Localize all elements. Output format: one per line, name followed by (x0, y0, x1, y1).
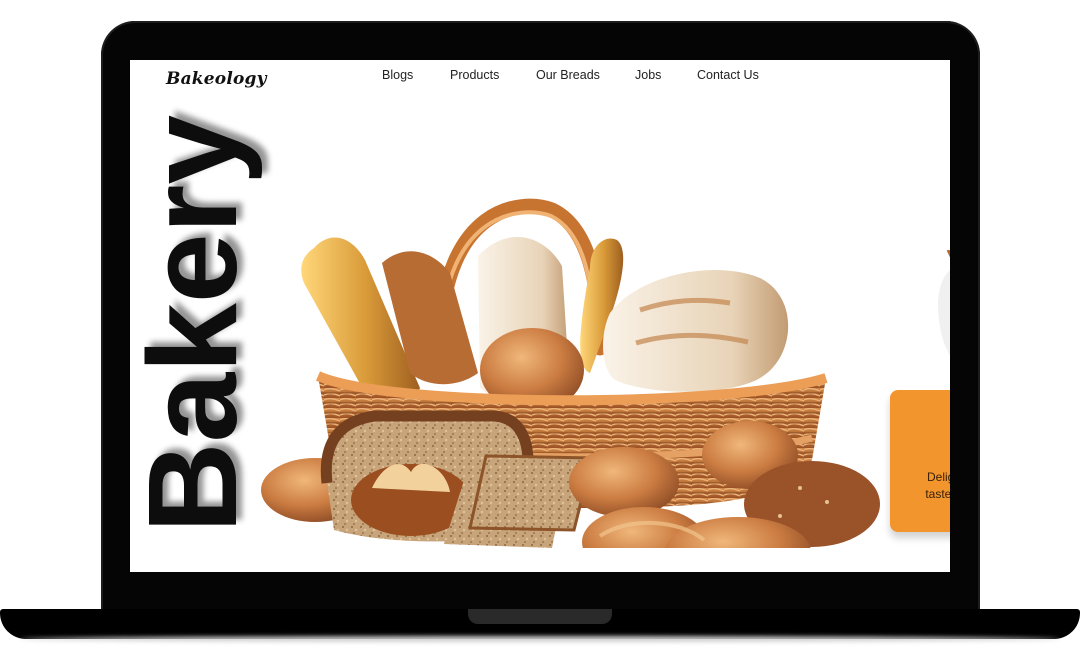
orange-info-card[interactable]: Deligh taste & (890, 390, 950, 532)
laptop-notch (468, 609, 612, 624)
partial-bread-image (938, 250, 950, 356)
hero-title-text: Bakery (130, 115, 263, 533)
nav-contact-us[interactable]: Contact Us (697, 68, 777, 82)
nav-jobs[interactable]: Jobs (635, 68, 675, 82)
laptop-shadow (20, 636, 1060, 642)
info-card-line-1: Deligh (926, 470, 950, 484)
info-card-line-2: taste & (925, 487, 950, 501)
bread-basket-image (261, 198, 880, 548)
site-logo[interactable]: Bakeology (166, 69, 267, 89)
website-screen: Bakeology Blogs Products Our Breads Jobs… (130, 60, 950, 572)
hero-title: Bakery (130, 115, 268, 545)
nav-blogs[interactable]: Blogs (382, 68, 413, 82)
nav-our-breads[interactable]: Our Breads (536, 68, 606, 82)
info-card-text: Deligh taste & (904, 469, 950, 503)
nav-products[interactable]: Products (450, 68, 510, 82)
hero-title-graphic: Bakery (130, 115, 263, 533)
